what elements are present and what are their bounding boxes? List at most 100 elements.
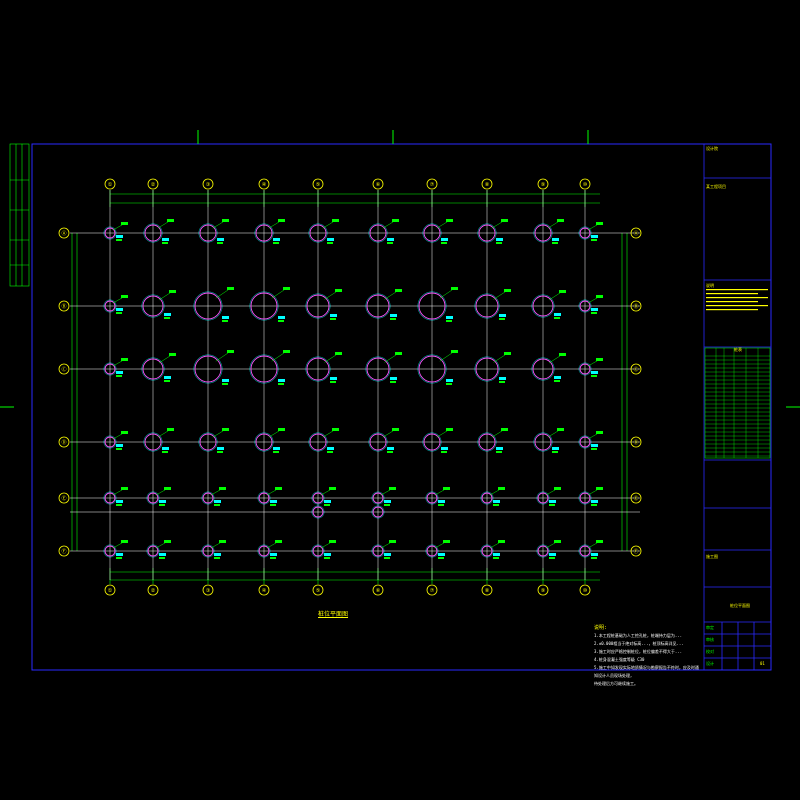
pile-leader xyxy=(322,221,334,229)
pile-leader xyxy=(547,221,559,229)
title-block-note-line xyxy=(706,289,768,291)
pile-tag xyxy=(335,289,342,292)
pile-id-tag xyxy=(164,376,171,379)
pile-id-tag xyxy=(214,553,221,556)
pile-tag xyxy=(596,358,603,361)
axis-label: Ⓓ xyxy=(633,439,638,446)
axis-label: Ⓓ xyxy=(61,439,66,446)
pile-tag xyxy=(227,350,234,353)
pile-id-tag xyxy=(116,235,123,238)
pile-leader xyxy=(271,352,285,362)
pile-leader xyxy=(112,360,123,367)
pile-id-tag xyxy=(591,504,597,506)
axis-label: ⑤ xyxy=(316,182,321,188)
pile-leader xyxy=(545,489,556,496)
pile-tag xyxy=(227,287,234,290)
pile-tag xyxy=(596,431,603,434)
pile-tag xyxy=(389,540,396,543)
pile-leader xyxy=(587,542,598,549)
pile-id-tag xyxy=(214,500,221,503)
axis-label: ② xyxy=(151,182,156,188)
pile-tag xyxy=(121,487,128,490)
general-notes: 说明: 1.本工程桩基础为人工挖孔桩，桩端持力层为... 2.±0.000相当于… xyxy=(594,624,702,688)
title-block xyxy=(703,144,771,670)
pile-id-tag xyxy=(217,242,223,244)
pile-tag xyxy=(121,431,128,434)
pile-leader xyxy=(587,433,598,440)
pile-tag xyxy=(389,487,396,490)
pile-id-tag xyxy=(493,504,499,506)
pile-leader xyxy=(436,221,448,229)
pile-leader xyxy=(491,221,503,229)
pile-leader xyxy=(271,289,285,299)
axis-label: ⑨ xyxy=(541,588,546,594)
plan-title: 桩位平面图 xyxy=(318,611,349,618)
pile-id-tag xyxy=(327,238,334,241)
pile-leader xyxy=(212,430,224,438)
pile-tag xyxy=(443,540,450,543)
pile-id-tag xyxy=(554,317,560,319)
pile-tag xyxy=(596,540,603,543)
pile-id-tag xyxy=(217,451,223,453)
axis-label: Ⓕ xyxy=(61,548,66,555)
pile-tag xyxy=(275,487,282,490)
pile-tag xyxy=(395,289,402,292)
axis-label: ⑨ xyxy=(541,182,546,188)
pile-id-tag xyxy=(591,448,597,450)
pile-id-tag xyxy=(162,447,169,450)
axis-label: ④ xyxy=(262,588,267,594)
pile-id-tag xyxy=(390,318,396,320)
pile-tag xyxy=(498,540,505,543)
pile-id-tag xyxy=(438,500,445,503)
pile-id-tag xyxy=(384,500,391,503)
pile-id-tag xyxy=(441,447,448,450)
title-block-company: 设计院 xyxy=(706,146,718,151)
pile-id-tag xyxy=(270,504,276,506)
pile-leader xyxy=(547,430,559,438)
axis-label: ① xyxy=(108,182,113,188)
pile-id-tag xyxy=(591,375,597,377)
pile-tag xyxy=(596,295,603,298)
pile-id-tag xyxy=(273,451,279,453)
axis-label: ⑤ xyxy=(316,588,321,594)
pile-id-tag xyxy=(217,238,224,241)
pile-id-tag xyxy=(496,451,502,453)
pile-id-tag xyxy=(222,383,228,385)
pile-tag xyxy=(332,219,339,222)
pile-id-tag xyxy=(446,320,452,322)
title-block-note-line xyxy=(706,293,758,295)
pile-id-tag xyxy=(116,312,122,314)
pile-tag xyxy=(557,219,564,222)
pile-id-tag xyxy=(549,500,556,503)
pile-leader xyxy=(266,489,277,496)
pile-id-tag xyxy=(159,500,166,503)
pile-tag xyxy=(329,487,336,490)
pile-id-tag xyxy=(116,239,122,241)
pile-id-tag xyxy=(591,557,597,559)
pile-leader xyxy=(384,354,397,363)
pile-tag xyxy=(164,487,171,490)
pile-id-tag xyxy=(387,447,394,450)
pile-id-tag xyxy=(217,447,224,450)
pile-tag xyxy=(559,353,566,356)
pile-leader xyxy=(493,354,506,363)
pile-leader xyxy=(112,542,123,549)
pile-tag xyxy=(275,540,282,543)
axis-label: ⑦ xyxy=(430,182,435,188)
pile-id-tag xyxy=(591,553,598,556)
axis-label: Ⓑ xyxy=(633,303,638,310)
pile-id-tag xyxy=(162,238,169,241)
pile-tag xyxy=(395,352,402,355)
pile-id-tag xyxy=(159,504,165,506)
note-line: 5.施工中如发现实际地质情况与勘察报告不符时，应及时通知设计人员现场处理， xyxy=(594,665,699,678)
title-block-note-line xyxy=(706,301,758,303)
axis-label: ⑩ xyxy=(583,588,588,594)
sheet-number: 01 xyxy=(760,661,765,666)
title-block-note-header: 说明 xyxy=(706,283,714,288)
note-line: 2.±0.000相当于绝对标高...，桩顶标高详见... xyxy=(594,641,684,646)
pile-id-tag xyxy=(278,320,284,322)
pile-id-tag xyxy=(164,313,171,316)
binding-strip xyxy=(9,143,30,287)
pile-id-tag xyxy=(387,242,393,244)
pile-id-tag xyxy=(552,238,559,241)
